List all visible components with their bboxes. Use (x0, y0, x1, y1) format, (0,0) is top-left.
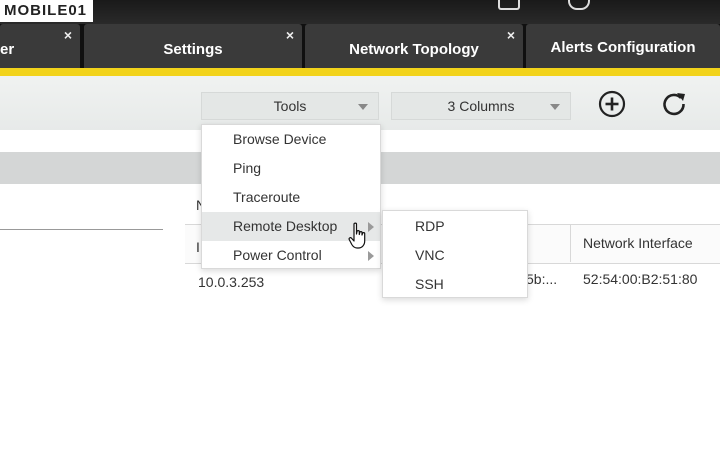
close-icon[interactable]: × (64, 28, 72, 42)
submenu-item-label: VNC (415, 247, 445, 263)
tab-label: Settings (163, 41, 223, 58)
refresh-icon (663, 93, 685, 116)
menu-item-label: Remote Desktop (233, 218, 338, 234)
tab-settings[interactable]: Settings × (84, 24, 302, 70)
chevron-down-icon (358, 104, 368, 110)
menu-item-label: Browse Device (233, 131, 327, 147)
tab-label: Alerts Configuration (550, 39, 696, 56)
menu-item-label: Traceroute (233, 189, 301, 205)
chevron-right-icon (368, 251, 374, 261)
tools-dropdown[interactable]: Tools (201, 92, 379, 120)
menu-item-label: Power Control (233, 247, 322, 263)
chevron-down-icon (550, 104, 560, 110)
submenu-item-rdp[interactable]: RDP (383, 212, 527, 241)
cell-network-interface: 52:54:00:B2:51:80 (583, 271, 698, 287)
watermark-logo: MOBILE01 (0, 0, 94, 22)
device-icon (498, 0, 520, 10)
add-button[interactable] (597, 89, 627, 119)
column-header-network-interface[interactable]: Network Interface (583, 235, 693, 251)
hand-cursor-icon (348, 222, 366, 249)
submenu-item-label: SSH (415, 276, 444, 292)
tab-label: er (0, 41, 15, 58)
columns-dropdown-label: 3 Columns (447, 98, 515, 114)
columns-dropdown[interactable]: 3 Columns (391, 92, 571, 120)
menu-item-browse-device[interactable]: Browse Device (202, 125, 380, 154)
menu-item-label: Ping (233, 160, 262, 176)
menu-item-traceroute[interactable]: Traceroute (202, 183, 380, 212)
cell-partial-mac: 5b:... (526, 271, 558, 287)
tools-dropdown-label: Tools (273, 98, 307, 114)
submenu-item-ssh[interactable]: SSH (383, 270, 527, 299)
tab-label: Network Topology (349, 41, 479, 58)
remote-desktop-submenu: RDP VNC SSH (382, 210, 528, 298)
refresh-button[interactable] (659, 89, 689, 119)
tab-partial[interactable]: er × (0, 24, 80, 70)
accent-stripe (0, 68, 720, 76)
left-panel-divider (0, 229, 163, 230)
top-bar (0, 0, 720, 24)
menu-item-ping[interactable]: Ping (202, 154, 380, 183)
cell-ip-address: 10.0.3.253 (198, 274, 265, 290)
submenu-item-label: RDP (415, 218, 445, 234)
tab-network-topology[interactable]: Network Topology × (305, 24, 523, 70)
close-icon[interactable]: × (286, 28, 294, 42)
plus-circle-icon (598, 90, 626, 118)
column-header-partial[interactable]: I (196, 239, 200, 255)
column-separator (570, 224, 571, 262)
submenu-item-vnc[interactable]: VNC (383, 241, 527, 270)
close-icon[interactable]: × (507, 28, 515, 42)
tab-alerts-configuration[interactable]: Alerts Configuration (526, 24, 720, 70)
